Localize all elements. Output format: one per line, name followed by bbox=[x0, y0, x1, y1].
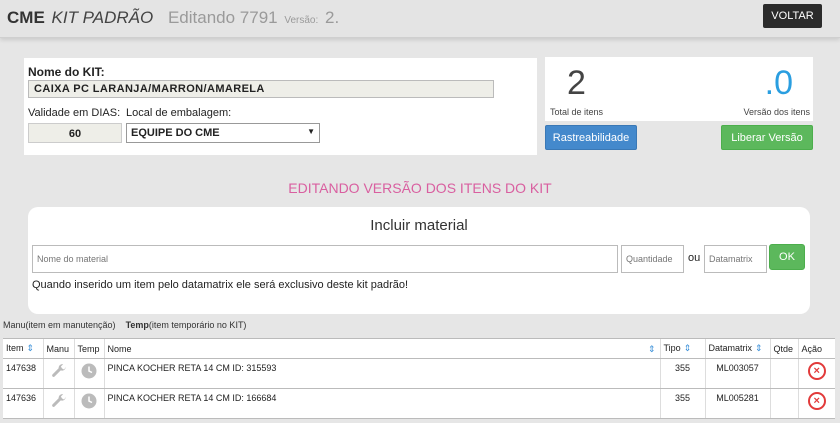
column-header-manu: Manu bbox=[42, 338, 74, 359]
brand-cme: CME bbox=[7, 8, 45, 27]
row-temp bbox=[73, 358, 104, 389]
kit-info-card: Nome do KIT: CAIXA PC LARANJA/MARRON/AMA… bbox=[24, 58, 537, 155]
row-datamatrix: ML003057 bbox=[704, 358, 770, 389]
column-header-item[interactable]: Item ⇕ bbox=[3, 338, 43, 359]
wrench-icon[interactable] bbox=[50, 392, 68, 410]
column-header-datamatrix[interactable]: Datamatrix ⇕ bbox=[704, 338, 770, 359]
liberar-versao-button[interactable]: Liberar Versão bbox=[721, 125, 813, 150]
total-items-count: 2 bbox=[567, 64, 586, 102]
column-header-nome[interactable]: Nome ⇕ bbox=[103, 338, 660, 359]
quantity-input[interactable] bbox=[621, 245, 684, 273]
location-label: Local de embalagem: bbox=[126, 107, 232, 119]
location-select-value: EQUIPE DO CME bbox=[131, 127, 220, 139]
version-items-label: Versão dos itens bbox=[743, 107, 810, 117]
kit-name-field[interactable]: CAIXA PC LARANJA/MARRON/AMARELA bbox=[28, 80, 494, 98]
column-header-tipo[interactable]: Tipo ⇕ bbox=[659, 338, 705, 359]
column-header-acao: Ação bbox=[797, 338, 835, 359]
validity-field[interactable]: 60 bbox=[28, 123, 122, 143]
table-row: 147638 PINCA KOCHER RETA 14 CM ID: 31559… bbox=[3, 358, 835, 389]
datamatrix-note: Quando inserido um item pelo datamatrix … bbox=[32, 279, 409, 291]
remove-circle-icon[interactable]: × bbox=[807, 362, 826, 380]
sort-arrows-icon[interactable]: ⇕ bbox=[755, 343, 763, 353]
total-items-label: Total de itens bbox=[550, 107, 604, 117]
remove-circle-icon[interactable]: × bbox=[807, 392, 826, 410]
sort-arrows-icon[interactable]: ⇕ bbox=[684, 343, 692, 353]
datamatrix-input[interactable] bbox=[704, 245, 767, 273]
clock-icon[interactable] bbox=[80, 392, 98, 410]
row-acao: × bbox=[797, 388, 835, 419]
editing-label: Editando 7791 bbox=[167, 8, 278, 27]
legend-temp-rest: (item temporário no KIT) bbox=[148, 320, 247, 330]
back-button[interactable]: VOLTAR bbox=[763, 4, 822, 28]
sort-arrows-icon[interactable]: ⇕ bbox=[648, 344, 656, 355]
header-bar: CME KIT PADRÃO Editando 7791 Versão: 2. … bbox=[0, 0, 840, 38]
row-acao: × bbox=[797, 358, 835, 389]
row-tipo: 355 bbox=[659, 358, 705, 389]
row-qtde bbox=[769, 358, 798, 389]
version-label: Versão: bbox=[284, 15, 319, 26]
legend-temp-bold: Temp bbox=[125, 320, 149, 330]
clock-icon[interactable] bbox=[80, 362, 98, 380]
wrench-icon[interactable] bbox=[50, 362, 68, 380]
row-temp bbox=[73, 388, 104, 419]
include-material-card: Incluir material ou OK Quando inserido u… bbox=[28, 207, 810, 314]
table-row: 147636 PINCA KOCHER RETA 14 CM ID: 16668… bbox=[3, 388, 835, 419]
sort-arrows-icon[interactable]: ⇕ bbox=[27, 343, 35, 353]
items-table: Item ⇕ Manu Temp Nome ⇕ Tipo ⇕ Datamatrix ⇕ … bbox=[3, 338, 835, 419]
material-name-input[interactable] bbox=[32, 245, 618, 273]
row-nome: PINCA KOCHER RETA 14 CM ID: 166684 bbox=[103, 388, 660, 419]
location-select[interactable]: EQUIPE DO CME ▼ bbox=[126, 123, 320, 143]
or-label: ou bbox=[688, 252, 701, 264]
version-value: 2. bbox=[325, 8, 340, 27]
section-title: EDITANDO VERSÃO DOS ITENS DO KIT bbox=[288, 180, 552, 196]
table-header-row: Item ⇕ Manu Temp Nome ⇕ Tipo ⇕ Datamatrix ⇕ … bbox=[3, 338, 835, 359]
row-manu bbox=[42, 358, 74, 389]
column-header-temp: Temp bbox=[73, 338, 104, 359]
row-tipo: 355 bbox=[659, 388, 705, 419]
row-nome: PINCA KOCHER RETA 14 CM ID: 315593 bbox=[103, 358, 660, 389]
table-legend: Manu(item em manutenção) Temp(item tempor… bbox=[3, 320, 246, 330]
row-manu bbox=[42, 388, 74, 419]
chevron-down-icon: ▼ bbox=[307, 127, 315, 136]
stats-card: 2 Total de itens .0 Versão dos itens bbox=[545, 57, 813, 121]
rastreabilidade-button[interactable]: Rastreabilidade bbox=[545, 125, 637, 150]
column-header-qtde: Qtde bbox=[769, 338, 798, 359]
kit-name-label: Nome do KIT: bbox=[28, 65, 105, 79]
row-datamatrix: ML005281 bbox=[704, 388, 770, 419]
ok-button[interactable]: OK bbox=[769, 244, 805, 270]
brand-kit: KIT PADRÃO bbox=[51, 8, 154, 27]
row-item: 147638 bbox=[3, 358, 43, 389]
page-title: CME KIT PADRÃO Editando 7791 Versão: 2. bbox=[7, 8, 339, 28]
row-qtde bbox=[769, 388, 798, 419]
version-items-count: .0 bbox=[764, 64, 793, 102]
validity-label: Validade em DIAS: bbox=[28, 107, 121, 119]
row-item: 147636 bbox=[3, 388, 43, 419]
include-material-title: Incluir material bbox=[370, 217, 468, 234]
legend-manu: Manu(item em manutenção) bbox=[3, 320, 116, 330]
